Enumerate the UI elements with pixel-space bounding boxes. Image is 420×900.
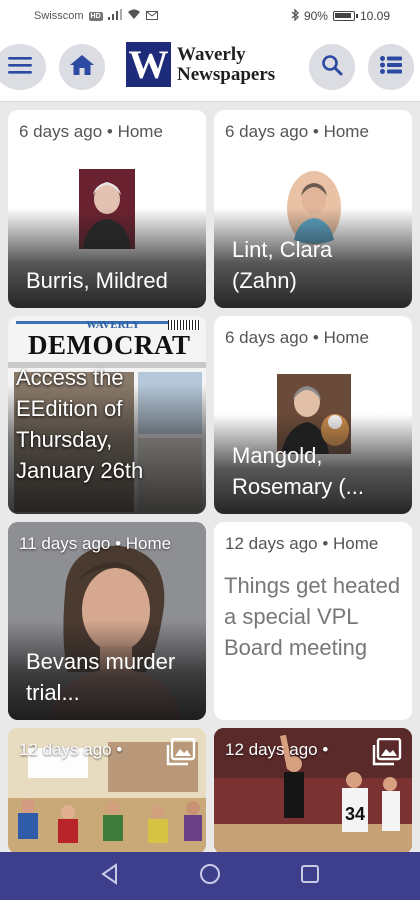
- article-title: Things get heated a special VPL Board me…: [224, 573, 401, 660]
- battery-icon: [332, 11, 358, 21]
- hd-badge: HD: [88, 11, 103, 21]
- home-circle-icon[interactable]: [199, 863, 221, 890]
- article-title: Mangold, Rosemary (...: [232, 443, 365, 499]
- bluetooth-icon: [291, 7, 299, 24]
- wifi-icon: [127, 9, 141, 23]
- site-logo[interactable]: W Waverly Newspapers: [126, 42, 275, 87]
- logo-wordmark: Waverly Newspapers: [177, 43, 276, 85]
- eedition-card[interactable]: WAVERLY DEMOCRAT Access the EEdition of …: [8, 316, 206, 514]
- article-card[interactable]: 12 days ago • Home Things get heated a s…: [214, 522, 412, 720]
- menu-button[interactable]: [0, 44, 46, 90]
- article-meta: 12 days ago •: [225, 740, 329, 759]
- home-icon: [69, 54, 95, 81]
- article-title: Lint, Clara (Zahn): [232, 237, 333, 293]
- clock: 10.09: [359, 9, 390, 23]
- gallery-icon: [372, 737, 402, 771]
- battery-percent: 90%: [303, 9, 328, 23]
- barcode: [168, 320, 200, 330]
- article-meta: 6 days ago • Home: [225, 328, 369, 347]
- article-meta: 11 days ago • Home: [19, 534, 172, 553]
- logo-line2: Newspapers: [177, 63, 276, 85]
- jersey-number: 34: [345, 804, 365, 824]
- logo-line1: Waverly: [177, 43, 246, 65]
- article-title: Bevans murder trial...: [26, 649, 176, 705]
- article-title: Access the EEdition of Thursday, January…: [16, 365, 144, 483]
- article-meta: 6 days ago • Home: [19, 122, 163, 141]
- hamburger-icon: [8, 56, 32, 79]
- gallery-icon: [166, 737, 196, 771]
- paper-masthead: DEMOCRAT: [28, 330, 191, 360]
- home-button[interactable]: [59, 44, 105, 90]
- status-bar: Swisscom HD 90% 10.09: [0, 0, 420, 32]
- article-card[interactable]: 6 days ago • Home Mangold, Rosemary (...: [214, 316, 412, 514]
- article-meta: 6 days ago • Home: [225, 122, 369, 141]
- article-card[interactable]: 6 days ago • Home Lint, Clara (Zahn): [214, 110, 412, 308]
- gallery-card[interactable]: 12 days ago •: [8, 728, 206, 854]
- recents-icon[interactable]: [300, 864, 320, 889]
- search-icon: [321, 54, 343, 81]
- article-meta: 12 days ago • Home: [225, 534, 379, 553]
- app-header: W Waverly Newspapers: [0, 32, 420, 102]
- back-icon[interactable]: [100, 862, 120, 890]
- mail-icon: [145, 9, 158, 23]
- search-button[interactable]: [309, 44, 355, 90]
- article-card[interactable]: 6 days ago • Home Burris, Mildred: [8, 110, 206, 308]
- article-card[interactable]: 11 days ago • Home Bevans murder trial..…: [8, 522, 206, 720]
- list-icon: [380, 55, 402, 79]
- logo-mark: W: [126, 42, 171, 87]
- list-view-button[interactable]: [368, 44, 414, 90]
- article-meta: 12 days ago •: [19, 740, 123, 759]
- article-title: Burris, Mildred: [26, 268, 168, 293]
- gallery-card[interactable]: 34 12 days ago •: [214, 728, 412, 854]
- carrier-name: Swisscom: [34, 10, 84, 22]
- system-nav-bar: [0, 852, 420, 900]
- signal-icon: [107, 9, 122, 23]
